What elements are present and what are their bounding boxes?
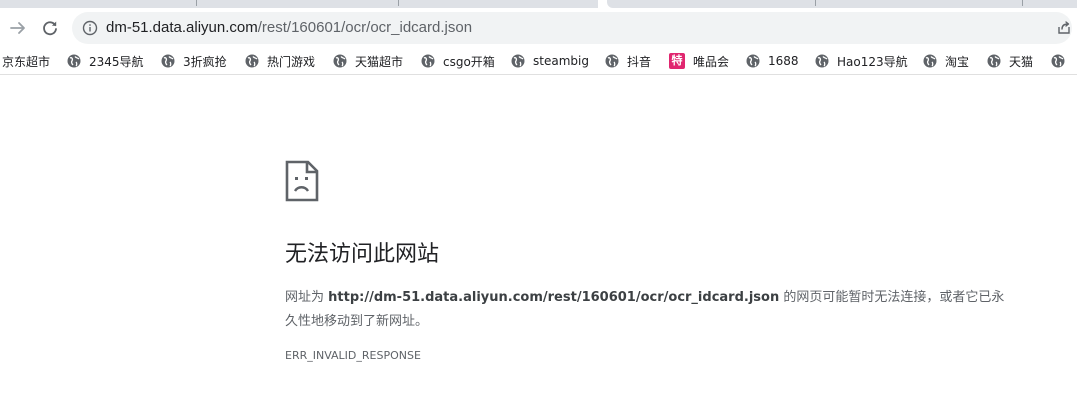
bookmark-label: 抖音: [627, 54, 652, 69]
globe-icon: [333, 54, 347, 68]
globe-icon: [815, 54, 829, 68]
globe-icon: [245, 54, 259, 68]
tab-separator: [398, 0, 399, 6]
globe-icon: [605, 54, 619, 68]
error-code: ERR_INVALID_RESPONSE: [285, 349, 421, 362]
error-url: http://dm-51.data.aliyun.com/rest/160601…: [328, 290, 780, 305]
tab-separator: [815, 0, 816, 6]
bookmark-item[interactable]: 热门游戏: [245, 51, 315, 71]
bookmark-item[interactable]: 3折疯抢: [161, 51, 227, 71]
inactive-tabs-right[interactable]: [607, 0, 1077, 8]
address-bar[interactable]: dm-51.data.aliyun.com/rest/160601/ocr/oc…: [72, 12, 1072, 44]
bookmark-label: 天猫: [1009, 54, 1034, 69]
bookmark-label: csgo开箱: [443, 54, 495, 69]
share-icon[interactable]: [1056, 20, 1072, 36]
bookmark-item[interactable]: 淘宝: [923, 51, 969, 71]
reload-button[interactable]: [36, 14, 64, 42]
globe-icon: [923, 54, 937, 68]
bookmark-item[interactable]: Hao123导航: [815, 51, 908, 71]
bookmark-label: 京东超市: [2, 54, 51, 69]
globe-icon: [1051, 54, 1065, 68]
bookmark-item[interactable]: 1688: [746, 51, 799, 71]
tab-separator: [196, 0, 197, 6]
globe-icon: [67, 54, 81, 68]
bookmark-item[interactable]: 天猫: [987, 51, 1033, 71]
info-icon[interactable]: [82, 20, 98, 36]
bookmark-item[interactable]: 京东超市: [2, 51, 50, 71]
bookmarks-bar: 京东超市 2345导航 3折疯抢 热门游戏 天猫超市 csgo开箱 steamb…: [0, 47, 1077, 75]
bookmark-label: steambig: [533, 54, 589, 68]
sad-page-icon: [285, 160, 319, 202]
reload-icon: [43, 21, 57, 36]
bookmark-item[interactable]: 2345导航: [67, 51, 144, 71]
globe-icon: [161, 54, 175, 68]
bookmark-label: 热门游戏: [267, 54, 316, 69]
browser-toolbar: dm-51.data.aliyun.com/rest/160601/ocr/oc…: [0, 9, 1077, 47]
bookmark-item[interactable]: 天猫超市: [333, 51, 403, 71]
arrow-right-icon: [10, 22, 25, 34]
inactive-tabs-left[interactable]: [0, 0, 598, 8]
url-host: dm-51.data.aliyun.com: [106, 19, 258, 36]
bookmark-item[interactable]: 特 唯品会: [669, 51, 729, 71]
bookmark-item[interactable]: steambig: [511, 51, 589, 71]
bookmark-label: 3折疯抢: [183, 54, 227, 69]
error-desc-prefix: 网址为: [285, 290, 329, 305]
globe-icon: [421, 54, 435, 68]
tab-separator: [1022, 0, 1023, 6]
error-description: 网址为 http://dm-51.data.aliyun.com/rest/16…: [285, 286, 1005, 334]
bookmark-label: 2345导航: [89, 54, 144, 69]
globe-icon: [746, 54, 760, 68]
globe-icon: [987, 54, 1001, 68]
bookmark-label: 1688: [768, 54, 799, 68]
error-title: 无法访问此网站: [285, 242, 440, 267]
url-text[interactable]: dm-51.data.aliyun.com/rest/160601/ocr/oc…: [106, 18, 472, 38]
tab-strip: [0, 0, 1077, 9]
bookmark-item[interactable]: csgo开箱: [421, 51, 495, 71]
forward-button[interactable]: [4, 14, 32, 42]
bookmark-label: 唯品会: [693, 54, 730, 69]
bookmark-label: 天猫超市: [355, 54, 404, 69]
vip-icon: 特: [669, 53, 685, 69]
bookmark-item[interactable]: 抖音: [605, 51, 651, 71]
url-path: /rest/160601/ocr/ocr_idcard.json: [257, 19, 473, 36]
globe-icon: [511, 54, 525, 68]
bookmark-label: 淘宝: [945, 54, 970, 69]
bookmark-label: Hao123导航: [837, 54, 908, 69]
bookmark-item[interactable]: [1051, 51, 1073, 71]
